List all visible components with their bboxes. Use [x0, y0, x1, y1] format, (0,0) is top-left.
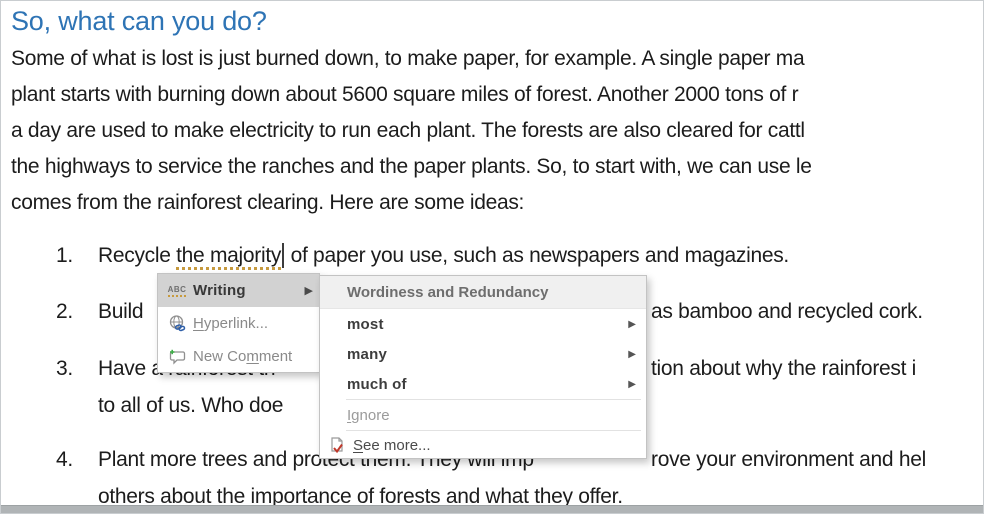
- list-number: 4.: [56, 448, 90, 472]
- suggestion-most-label: most: [347, 316, 384, 333]
- flagged-phrase[interactable]: the majority: [176, 244, 281, 270]
- context-menu: ABC Writing ▶ Hyperlink...: [157, 273, 320, 373]
- list-number: 2.: [56, 300, 90, 324]
- suggestion-many[interactable]: many ▶: [320, 339, 646, 369]
- suggestion-much-of[interactable]: much of ▶: [320, 369, 646, 399]
- paragraph-line-1: Some of what is lost is just burned down…: [11, 47, 804, 71]
- writing-submenu: Wordiness and Redundancy most ▶ many ▶ m…: [319, 275, 647, 459]
- menu-item-see-more-label: See more...: [353, 437, 431, 454]
- menu-item-writing-label: Writing: [193, 282, 305, 299]
- list-number: 3.: [56, 357, 90, 381]
- list-item-4-right: rove your environment and hel: [651, 448, 926, 472]
- paragraph-line-5: comes from the rainforest clearing. Here…: [11, 191, 524, 215]
- submenu-arrow-icon: ▶: [305, 284, 313, 297]
- submenu-arrow-icon: ▶: [628, 319, 636, 330]
- menu-item-new-comment[interactable]: New Comment: [158, 340, 319, 373]
- list-item-2-left: Build: [98, 300, 143, 324]
- submenu-arrow-icon: ▶: [628, 379, 636, 390]
- submenu-header: Wordiness and Redundancy: [320, 276, 646, 309]
- suggestion-much-of-label: much of: [347, 376, 407, 393]
- new-comment-icon: [165, 347, 189, 366]
- list-item-1-pre: Recycle: [98, 244, 176, 267]
- menu-item-hyperlink-label: Hyperlink...: [193, 315, 313, 332]
- menu-item-hyperlink[interactable]: Hyperlink...: [158, 307, 319, 340]
- list-item-3-line2: to all of us. Who doe: [98, 394, 283, 418]
- screenshot-bottom-edge: [1, 505, 983, 513]
- word-document-page: So, what can you do? Some of what is los…: [0, 0, 984, 514]
- paragraph-line-4: the highways to service the ranches and …: [11, 155, 812, 179]
- list-item-1-post: of paper you use, such as newspapers and…: [285, 244, 789, 267]
- menu-item-new-comment-label: New Comment: [193, 348, 313, 365]
- list-number: 1.: [56, 244, 90, 268]
- list-item-1: Recycle the majority of paper you use, s…: [98, 244, 789, 269]
- menu-item-ignore-label: Ignore: [347, 407, 390, 424]
- proofing-abc-icon: ABC: [165, 285, 189, 297]
- suggestion-most[interactable]: most ▶: [320, 309, 646, 339]
- submenu-arrow-icon: ▶: [628, 349, 636, 360]
- menu-item-see-more[interactable]: See more...: [320, 431, 646, 460]
- suggestion-many-label: many: [347, 346, 387, 363]
- see-more-proofing-icon: [329, 436, 346, 455]
- menu-item-ignore[interactable]: Ignore: [320, 400, 646, 430]
- hyperlink-globe-icon: [165, 314, 189, 333]
- list-item-3-right: tion about why the rainforest i: [651, 357, 916, 381]
- document-heading: So, what can you do?: [11, 6, 267, 37]
- text-cursor: [282, 243, 284, 268]
- list-item-2-right: as bamboo and recycled cork.: [651, 300, 923, 324]
- paragraph-line-3: a day are used to make electricity to ru…: [11, 119, 805, 143]
- paragraph-line-2: plant starts with burning down about 560…: [11, 83, 798, 107]
- list-item-4-left-text: Plant more trees an: [98, 448, 276, 471]
- menu-item-writing[interactable]: ABC Writing ▶: [158, 274, 319, 307]
